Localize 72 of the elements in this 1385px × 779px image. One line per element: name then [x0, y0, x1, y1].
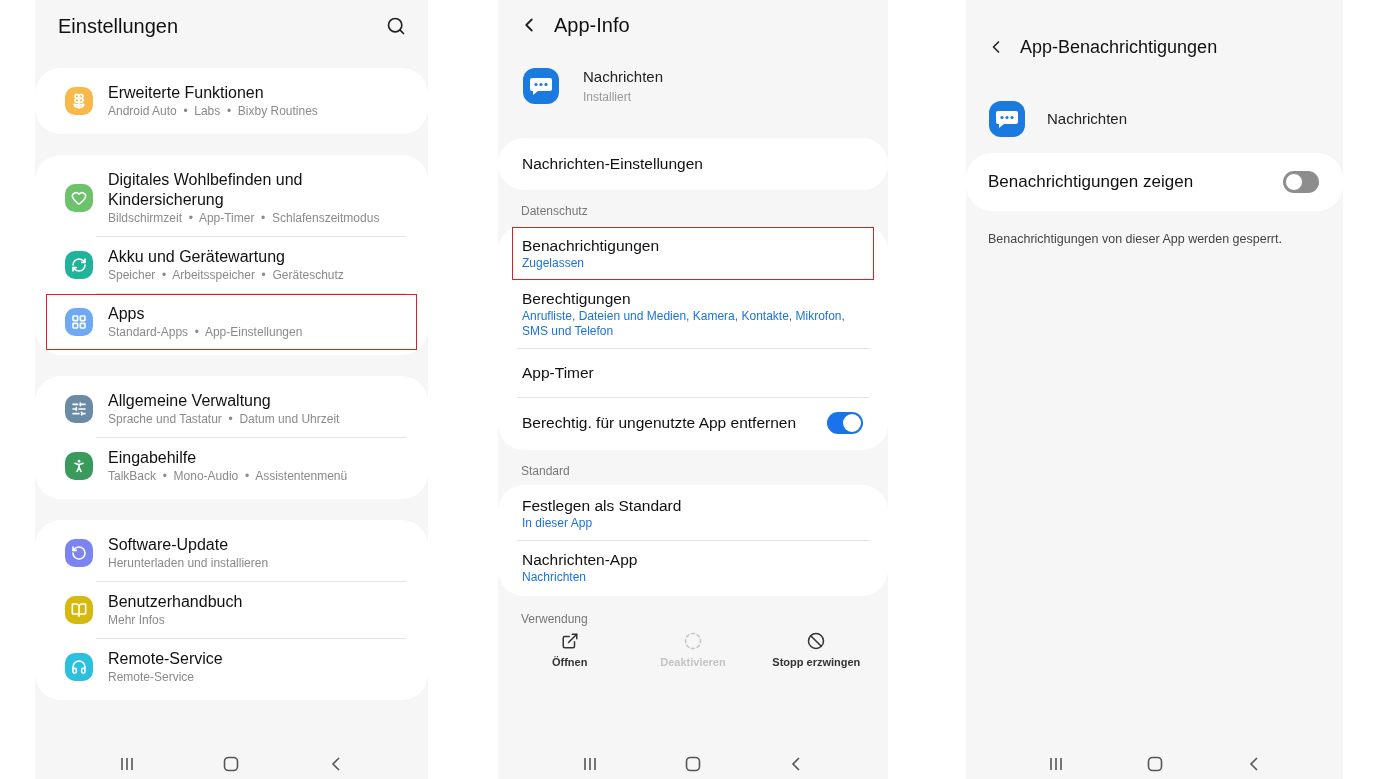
item-title: Erweiterte Funktionen	[108, 83, 265, 103]
app-status: Installiert	[583, 89, 633, 107]
dashed-circle-icon	[684, 632, 702, 650]
screen-title: App-Info	[554, 13, 630, 38]
section-header: Verwendung	[520, 611, 589, 628]
item-title: Benachrichtigungen	[522, 236, 660, 256]
item-title: Nachrichten-Einstellungen	[522, 154, 703, 174]
screen-title: App-Benachrichtigungen	[1020, 35, 1218, 59]
action-button[interactable]: Öffnen	[512, 632, 628, 671]
settings-item[interactable]: Erweiterte Funktionen Android Auto • Labs • Bixby Routines	[46, 73, 417, 129]
item-title: Festlegen als Standard	[522, 496, 682, 516]
share-icon	[560, 632, 579, 650]
item-title: Berechtig. für ungenutzte App entfernen	[522, 413, 797, 433]
app-name: Nachrichten	[1047, 108, 1128, 129]
stop-icon	[807, 632, 826, 650]
item-title: Software-Update	[108, 535, 230, 555]
toggle-switch[interactable]	[1283, 171, 1319, 193]
settings-item[interactable]: Berechtig. für ungenutzte App entfernen	[512, 398, 874, 448]
home-icon[interactable]	[685, 756, 701, 772]
section-header: Standard	[520, 463, 571, 480]
item-subtitle: Anrufliste, Dateien und Medien, Kamera, Kontakte, Mikrofon, SMS und Telefon	[522, 309, 846, 339]
toggle-switch[interactable]	[827, 412, 863, 434]
description-text: Benachrichtigungen von dieser App werden gesperrt.	[987, 231, 1283, 248]
recent-apps-icon[interactable]	[1047, 756, 1064, 772]
settings-item[interactable]: Eingabehilfe TalkBack • Mono-Audio • Assistentenmenü	[46, 438, 417, 494]
search-icon[interactable]	[386, 16, 406, 36]
item-title: Apps	[108, 304, 146, 324]
item-title: Benutzerhandbuch	[108, 592, 243, 612]
home-icon[interactable]	[1146, 756, 1163, 772]
item-subtitle: In dieser App	[522, 516, 594, 531]
home-icon[interactable]	[223, 756, 240, 772]
item-title: Allgemeine Verwaltung	[108, 391, 272, 411]
chat-bubble-icon	[989, 101, 1025, 137]
settings-item[interactable]: Benachrichtigungen Zugelassen	[512, 227, 874, 280]
item-title: App-Timer	[522, 363, 594, 383]
action-button[interactable]: Stopp erzwingen	[758, 632, 874, 671]
recent-apps-icon[interactable]	[581, 756, 598, 772]
item-title: Remote-Service	[108, 649, 223, 669]
item-title: Berechtigungen	[522, 289, 632, 309]
settings-item[interactable]: Apps Standard-Apps • App-Einstellungen	[46, 294, 417, 350]
settings-item[interactable]: Nachrichten-Einstellungen	[512, 140, 874, 188]
item-subtitle: Nachrichten	[522, 570, 588, 585]
settings-item[interactable]: Software-Update Herunterladen und installieren	[46, 525, 417, 581]
app-name: Nachrichten	[583, 66, 664, 87]
settings-item[interactable]: Benutzerhandbuch Mehr Infos	[46, 582, 417, 638]
item-subtitle: Remote-Service	[108, 669, 196, 685]
item-subtitle: TalkBack • Mono-Audio • Assistentenmenü	[108, 468, 348, 484]
settings-item[interactable]: App-Timer	[512, 349, 874, 397]
item-subtitle: Mehr Infos	[108, 612, 166, 628]
screen-title: Einstellungen	[58, 14, 179, 39]
item-subtitle: Speicher • Arbeitsspeicher • Geräteschutz	[108, 267, 344, 283]
settings-item[interactable]: Allgemeine Verwaltung Sprache und Tastatur • Datum und Uhrzeit	[46, 381, 417, 437]
settings-item[interactable]: Berechtigungen Anrufliste, Dateien und Medien, Kamera, Kontakte, Mikrofon, SMS und Telefon	[512, 280, 874, 348]
settings-item[interactable]: Festlegen als Standard In dieser App	[512, 487, 874, 540]
item-title: Benachrichtigungen zeigen	[988, 171, 1194, 194]
item-subtitle: Sprache und Tastatur • Datum und Uhrzeit	[108, 411, 340, 427]
settings-item[interactable]: Akku und Gerätewartung Speicher • Arbeitsspeicher • Geräteschutz	[46, 237, 417, 293]
chat-bubble-icon	[523, 68, 559, 104]
settings-item[interactable]: Nachrichten-App Nachrichten	[512, 541, 874, 594]
item-subtitle: Standard-Apps • App-Einstellungen	[108, 324, 303, 340]
item-subtitle: Zugelassen	[522, 256, 586, 271]
section-header: Datenschutz	[520, 203, 589, 220]
item-title: Akku und Gerätewartung	[108, 247, 286, 267]
item-title: Digitales Wohlbefinden und Kindersicherung	[108, 170, 304, 210]
item-subtitle: Herunterladen und installieren	[108, 555, 269, 571]
recent-apps-icon[interactable]	[119, 756, 136, 772]
settings-item[interactable]: Remote-Service Remote-Service	[46, 639, 417, 695]
settings-item[interactable]: Digitales Wohlbefinden und Kindersicherung Bildschirmzeit • App-Timer • Schlafenszeitmodus	[46, 160, 417, 236]
item-title: Nachrichten-App	[522, 550, 638, 570]
item-subtitle: Bildschirmzeit • App-Timer • Schlafenszeitmodus	[108, 210, 381, 226]
item-title: Eingabehilfe	[108, 448, 198, 468]
item-subtitle: Android Auto • Labs • Bixby Routines	[108, 103, 318, 119]
